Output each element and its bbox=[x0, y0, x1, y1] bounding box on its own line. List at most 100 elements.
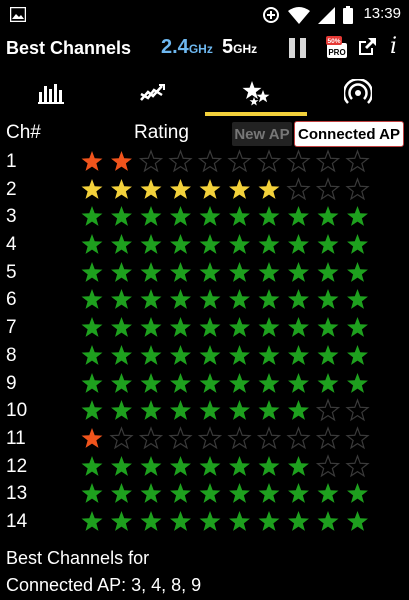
pro-badge: PRO bbox=[328, 48, 345, 57]
share-external-icon[interactable] bbox=[356, 36, 378, 58]
channel-row: 7 bbox=[0, 314, 409, 342]
filled-star-icon bbox=[140, 178, 162, 199]
filled-star-icon bbox=[258, 178, 280, 199]
filled-star-icon bbox=[140, 372, 162, 393]
channel-rating-stars bbox=[81, 176, 370, 200]
channel-row: 6 bbox=[0, 286, 409, 314]
filled-star-icon bbox=[258, 400, 280, 421]
tab-bar bbox=[0, 70, 409, 116]
filled-star-icon bbox=[317, 261, 339, 282]
filled-star-icon bbox=[111, 455, 132, 476]
tab-ap-list[interactable] bbox=[307, 70, 409, 116]
filled-star-icon bbox=[258, 372, 280, 393]
channel-row: 10 bbox=[0, 397, 409, 425]
pro-discount: 50% bbox=[327, 38, 340, 45]
empty-star-icon bbox=[197, 426, 223, 450]
tab-channel-rating[interactable] bbox=[204, 70, 308, 116]
band-24-number: 2.4 bbox=[161, 36, 189, 58]
filled-star-icon bbox=[229, 178, 250, 199]
filled-star-icon bbox=[347, 261, 368, 282]
filled-star-icon bbox=[140, 400, 162, 421]
filled-star-icon bbox=[170, 510, 191, 531]
filled-star-icon bbox=[140, 234, 162, 254]
summary-line-1: Best Channels for bbox=[6, 548, 150, 568]
filled-star-icon bbox=[288, 344, 309, 365]
filled-star-icon bbox=[317, 372, 339, 393]
empty-star-icon bbox=[227, 149, 252, 173]
filled-star-icon bbox=[288, 261, 309, 282]
channel-row: 8 bbox=[0, 342, 409, 370]
channel-rating-stars bbox=[81, 344, 368, 365]
tab-channel-graph[interactable] bbox=[0, 70, 102, 116]
bar-chart-icon bbox=[38, 84, 65, 104]
band-24-unit: GHz bbox=[188, 42, 213, 56]
pause-icon bbox=[289, 38, 295, 58]
app-bar: Best Channels 2.4GHz 5GHz 50% PRO i bbox=[0, 30, 409, 68]
empty-star-icon bbox=[227, 426, 252, 450]
filled-star-icon bbox=[288, 400, 309, 421]
filled-star-icon bbox=[199, 455, 221, 476]
channel-row: 11 bbox=[0, 425, 409, 453]
channel-rating-stars bbox=[81, 149, 370, 173]
filled-star-icon bbox=[170, 372, 191, 393]
band-24ghz-toggle[interactable]: 2.4GHz bbox=[161, 36, 213, 59]
pro-upgrade-button[interactable]: 50% PRO bbox=[324, 34, 350, 60]
filled-star-icon bbox=[229, 234, 250, 254]
empty-star-icon bbox=[345, 426, 370, 450]
wifi-signal-icon bbox=[343, 79, 372, 104]
filled-star-icon bbox=[81, 289, 103, 310]
channel-number: 2 bbox=[6, 178, 17, 200]
band-5ghz-toggle[interactable]: 5GHz bbox=[222, 36, 257, 59]
filled-star-icon bbox=[288, 234, 309, 254]
new-ap-button[interactable]: New AP bbox=[232, 122, 292, 146]
filled-star-icon bbox=[317, 234, 339, 254]
filled-star-icon bbox=[140, 455, 162, 476]
tab-time-graph[interactable] bbox=[102, 70, 204, 116]
channel-number: 7 bbox=[6, 317, 17, 339]
filled-star-icon bbox=[199, 178, 221, 199]
channel-number: 6 bbox=[6, 289, 17, 311]
channel-rating-stars bbox=[81, 483, 368, 504]
empty-star-icon bbox=[109, 426, 134, 450]
empty-star-icon bbox=[315, 453, 341, 477]
filled-star-icon bbox=[111, 234, 132, 254]
filled-star-icon bbox=[170, 206, 191, 227]
filled-star-icon bbox=[229, 206, 250, 227]
channel-row: 9 bbox=[0, 370, 409, 398]
filled-star-icon bbox=[317, 510, 339, 531]
channel-number: 4 bbox=[6, 234, 17, 256]
filled-star-icon bbox=[111, 206, 132, 227]
channel-number: 1 bbox=[6, 151, 17, 172]
filled-star-icon bbox=[170, 289, 191, 310]
filled-star-icon bbox=[140, 344, 162, 365]
filled-star-icon bbox=[258, 289, 280, 310]
filled-star-icon bbox=[111, 261, 132, 282]
filled-star-icon bbox=[347, 317, 368, 338]
filled-star-icon bbox=[170, 455, 191, 476]
filled-star-icon bbox=[288, 483, 309, 504]
pause-button[interactable] bbox=[288, 38, 308, 58]
connected-ap-button[interactable]: Connected AP bbox=[294, 121, 404, 147]
status-bar: 13:39 bbox=[0, 0, 409, 30]
trend-graph-icon bbox=[140, 84, 166, 101]
channel-rating-list: 1 2 3 4 5 6 7 8 9 10 11 12 13 14 bbox=[0, 148, 409, 536]
filled-star-icon bbox=[170, 400, 191, 421]
filled-star-icon bbox=[81, 510, 103, 531]
band-5-number: 5 bbox=[222, 36, 234, 58]
channel-row: 1 bbox=[0, 148, 409, 176]
clock: 13:39 bbox=[363, 5, 401, 22]
channel-number: 8 bbox=[6, 344, 17, 366]
filled-star-icon bbox=[229, 289, 250, 310]
empty-star-icon bbox=[168, 149, 193, 173]
filled-star-icon bbox=[140, 317, 162, 338]
channel-number: 3 bbox=[6, 206, 17, 228]
channel-rating-stars bbox=[81, 206, 368, 227]
channel-number: 14 bbox=[6, 510, 28, 532]
filled-star-icon bbox=[288, 289, 309, 310]
filled-star-icon bbox=[229, 510, 250, 531]
filled-star-icon bbox=[229, 344, 250, 365]
info-button[interactable]: i bbox=[390, 34, 397, 59]
filled-star-icon bbox=[347, 289, 368, 310]
filled-star-icon bbox=[81, 317, 103, 338]
filled-star-icon bbox=[111, 344, 132, 365]
